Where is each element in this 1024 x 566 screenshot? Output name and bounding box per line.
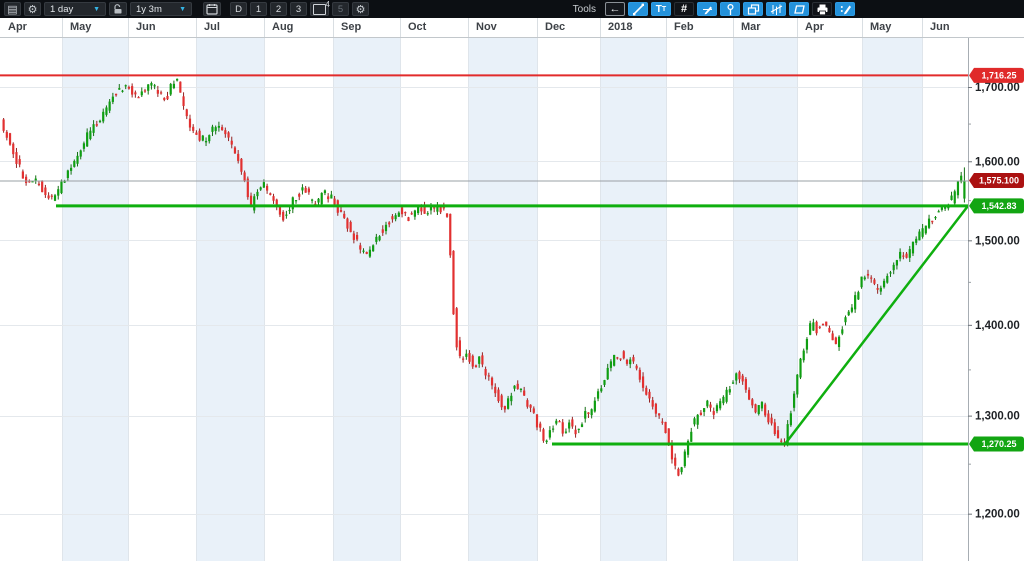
svg-text:1,500.00: 1,500.00 xyxy=(975,235,1020,247)
time-axis-month-label: May xyxy=(870,21,892,33)
layout-2-button[interactable]: 2 xyxy=(270,2,287,16)
magnet-pin-icon[interactable] xyxy=(720,2,740,16)
time-axis-separator xyxy=(600,18,601,37)
time-axis-separator xyxy=(537,18,538,37)
layout-5-button[interactable]: 5 xyxy=(332,2,349,16)
time-axis-month-label: Nov xyxy=(476,21,497,33)
support-lower-price-flag: 1,270.25 xyxy=(969,436,1024,452)
pattern-tool-icon[interactable] xyxy=(766,2,786,16)
svg-text:1,700.00: 1,700.00 xyxy=(975,82,1020,94)
svg-text:1,575.100: 1,575.100 xyxy=(979,176,1019,186)
time-axis-separator xyxy=(468,18,469,37)
calendar-icon[interactable] xyxy=(203,2,221,16)
range-label: 1y 3m xyxy=(136,3,162,15)
support-upper-price-flag: 1,542.83 xyxy=(969,198,1024,214)
time-axis-separator xyxy=(333,18,334,37)
time-axis-month-label: Feb xyxy=(674,21,694,33)
time-axis-month-label: Aug xyxy=(272,21,294,33)
time-axis-separator xyxy=(922,18,923,37)
settings-gear-icon[interactable]: ⚙ xyxy=(352,2,369,16)
range-dropdown[interactable]: 1y 3m ▼ xyxy=(130,2,192,16)
time-axis-separator xyxy=(797,18,798,37)
resistance-price-flag: 1,716.25 xyxy=(969,67,1024,83)
text-tool-icon[interactable]: TT xyxy=(651,2,671,16)
time-axis-separator xyxy=(733,18,734,37)
journal-icon[interactable]: ▤ xyxy=(4,2,21,16)
time-axis-month-label: Jun xyxy=(136,21,156,33)
svg-text:1,542.83: 1,542.83 xyxy=(981,201,1016,211)
svg-text:1,270.25: 1,270.25 xyxy=(981,439,1016,449)
time-axis-month-label: Sep xyxy=(341,21,362,33)
month-bands xyxy=(62,38,922,561)
main-toolbar: ▤ ⚙ 1 day ▼ 1y 3m ▼ D 1 2 3 4 5 ⚙ Tools … xyxy=(0,0,1024,18)
time-axis[interactable]: Apr May Jun Jul Aug Sep Oct Nov Dec 2018 Feb Mar Apr… xyxy=(0,18,1024,38)
chart-settings-gear-icon[interactable]: ⚙ xyxy=(24,2,41,16)
interval-dropdown[interactable]: 1 day ▼ xyxy=(44,2,106,16)
time-axis-month-label: Apr xyxy=(8,21,27,33)
bring-forward-icon[interactable] xyxy=(743,2,763,16)
price-axis-background[interactable] xyxy=(968,38,1024,561)
layout-1-button[interactable]: 1 xyxy=(250,2,267,16)
tools-collapse-button[interactable]: ← xyxy=(605,2,625,16)
unlock-icon[interactable] xyxy=(109,2,127,16)
resolution-d-button[interactable]: D xyxy=(230,2,247,16)
time-axis-separator xyxy=(666,18,667,37)
time-axis-month-label: 2018 xyxy=(608,21,633,33)
tools-label: Tools xyxy=(572,3,596,15)
svg-text:1,200.00: 1,200.00 xyxy=(975,509,1020,521)
draw-pencil-icon[interactable] xyxy=(697,2,717,16)
format-brush-icon[interactable] xyxy=(835,2,855,16)
compare-4-badge: 4 xyxy=(325,0,330,9)
time-axis-separator xyxy=(62,18,63,37)
time-axis-separator xyxy=(128,18,129,37)
chart-area[interactable]: 1,700.00 1,600.00 1,500.00 1,400.00 1,300.00… xyxy=(0,38,1024,561)
time-axis-month-label: Mar xyxy=(741,21,761,33)
time-axis-separator xyxy=(264,18,265,37)
chevron-down-icon: ▼ xyxy=(179,5,186,13)
compare-4-icon[interactable]: 4 xyxy=(310,0,330,16)
eraser-icon[interactable] xyxy=(789,2,809,16)
layout-3-button[interactable]: 3 xyxy=(290,2,307,16)
time-axis-month-label: Apr xyxy=(805,21,824,33)
time-axis-month-label: Jul xyxy=(204,21,220,33)
chart-canvas[interactable]: 1,700.00 1,600.00 1,500.00 1,400.00 1,300.00… xyxy=(0,38,1024,561)
svg-text:1,716.25: 1,716.25 xyxy=(981,71,1016,81)
svg-text:1,400.00: 1,400.00 xyxy=(975,320,1020,332)
time-axis-month-label: Dec xyxy=(545,21,566,33)
last-price-flag: 1,575.100 xyxy=(969,172,1024,188)
time-axis-month-label: Oct xyxy=(408,21,427,33)
trendline-tool-icon[interactable] xyxy=(628,2,648,16)
time-axis-separator xyxy=(196,18,197,37)
interval-label: 1 day xyxy=(50,3,74,15)
time-axis-separator xyxy=(400,18,401,37)
time-axis-month-label: May xyxy=(70,21,92,33)
svg-text:1,600.00: 1,600.00 xyxy=(975,156,1020,168)
text-tool-t-sub: T xyxy=(661,5,667,13)
time-axis-separator xyxy=(862,18,863,37)
time-axis-month-label: Jun xyxy=(930,21,950,33)
print-icon[interactable] xyxy=(812,2,832,16)
svg-text:1,300.00: 1,300.00 xyxy=(975,411,1020,423)
grid-tool-icon[interactable]: # xyxy=(674,2,694,16)
chevron-down-icon: ▼ xyxy=(93,5,100,13)
